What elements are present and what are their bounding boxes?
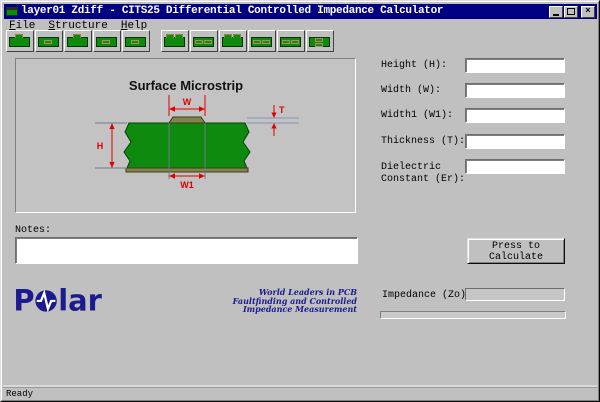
dim-label-w: W <box>183 97 192 107</box>
titlebar[interactable]: layer01 Zdiff - CITS25 Differential Cont… <box>4 4 597 19</box>
diff-broadside-stripline-icon <box>308 33 332 49</box>
trace-shape <box>169 117 205 123</box>
embedded-microstrip-icon <box>37 33 61 49</box>
thickness-label: Thickness (T): <box>381 136 465 148</box>
progress-bar <box>380 311 566 319</box>
notes-label: Notes: <box>15 225 51 236</box>
diff-surface-microstrip-icon <box>163 33 187 49</box>
svg-text:P: P <box>14 286 35 314</box>
height-input[interactable] <box>465 58 565 73</box>
diff-stripline-icon <box>250 33 274 49</box>
width1-label: Width1 (W1): <box>381 110 453 122</box>
calculate-button[interactable]: Press to Calculate <box>467 238 565 264</box>
height-label: Height (H): <box>381 60 447 72</box>
dielectric-label: Dielectric Constant (Er): <box>381 162 469 186</box>
dim-label-w1: W1 <box>180 180 194 190</box>
app-window: layer01 Zdiff - CITS25 Differential Cont… <box>0 0 600 402</box>
dielectric-input[interactable] <box>465 159 565 174</box>
diff-offset-stripline-icon <box>279 33 303 49</box>
impedance-value-box <box>465 288 565 301</box>
substrate-shape <box>124 123 250 168</box>
toolbar-button-embedded-microstrip[interactable] <box>35 30 63 52</box>
stripline-icon <box>95 33 119 49</box>
toolbar-button-offset-stripline[interactable] <box>122 30 150 52</box>
toolbar-button-diff-stripline[interactable] <box>248 30 276 52</box>
polar-logo: P lar <box>14 286 108 319</box>
toolbar-button-stripline[interactable] <box>93 30 121 52</box>
dim-label-t: T <box>279 105 285 115</box>
thickness-input[interactable] <box>465 134 565 149</box>
toolbar-button-diff-embedded-microstrip[interactable] <box>190 30 218 52</box>
toolbar-group-differential <box>161 30 334 54</box>
diagram-title: Surface Microstrip <box>129 78 243 93</box>
toolbar-button-diff-offset-stripline[interactable] <box>277 30 305 52</box>
window-title: layer01 Zdiff - CITS25 Differential Cont… <box>21 4 443 19</box>
minimize-icon <box>553 14 559 16</box>
statusbar: Ready <box>3 387 597 399</box>
svg-text:lar: lar <box>58 286 102 314</box>
close-icon: × <box>585 7 590 16</box>
restore-icon <box>567 8 575 15</box>
notes-input[interactable] <box>15 237 358 264</box>
surface-microstrip-icon <box>8 33 32 49</box>
diff-embedded-microstrip-icon <box>192 33 216 49</box>
impedance-label: Impedance (Zo): <box>382 290 472 301</box>
restore-button[interactable] <box>564 6 578 18</box>
coated-microstrip-icon <box>66 33 90 49</box>
toolbar-button-surface-microstrip[interactable] <box>6 30 34 52</box>
diff-coated-microstrip-icon <box>221 33 245 49</box>
ground-plane-shape <box>126 168 248 172</box>
width-label: Width (W): <box>381 85 441 97</box>
offset-stripline-icon <box>124 33 148 49</box>
toolbar-group-single-ended <box>6 30 150 54</box>
structure-diagram-panel: Surface Microstrip W <box>15 58 356 213</box>
dim-label-h: H <box>97 141 104 151</box>
structure-diagram: Surface Microstrip W <box>16 59 355 212</box>
structure-toolbar <box>6 30 334 54</box>
brand-tagline: World Leaders in PCB Faultfinding and Co… <box>229 288 357 314</box>
minimize-button[interactable] <box>549 6 563 18</box>
toolbar-button-diff-surface-microstrip[interactable] <box>161 30 189 52</box>
toolbar-button-diff-coated-microstrip[interactable] <box>219 30 247 52</box>
toolbar-button-diff-broadside-stripline[interactable] <box>306 30 334 52</box>
app-icon <box>6 7 18 16</box>
width-input[interactable] <box>465 83 565 98</box>
toolbar-button-coated-microstrip[interactable] <box>64 30 92 52</box>
width1-input[interactable] <box>465 108 565 123</box>
status-text: Ready <box>6 389 33 399</box>
close-button[interactable]: × <box>581 6 595 18</box>
